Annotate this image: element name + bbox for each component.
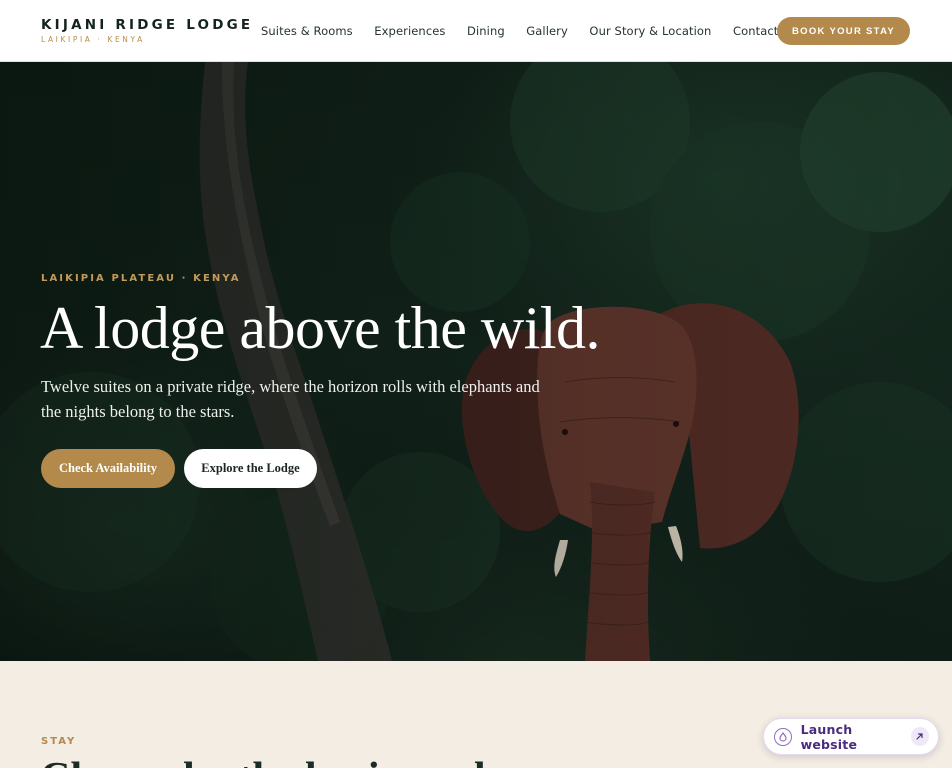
nav-link-gallery[interactable]: Gallery bbox=[526, 24, 568, 38]
stay-title: Chosen by the horizon alone bbox=[40, 753, 549, 768]
brand-tagline: LAIKIPIA · KENYA bbox=[41, 34, 145, 44]
nav-link-story-location[interactable]: Our Story & Location bbox=[589, 24, 711, 38]
nav-link-contact[interactable]: Contact bbox=[733, 24, 778, 38]
hero-title: A lodge above the wild. bbox=[40, 294, 601, 365]
hero-title-text: A lodge above the wild. bbox=[40, 295, 601, 361]
nav-link-experiences[interactable]: Experiences bbox=[374, 24, 445, 38]
drop-logo-icon bbox=[774, 727, 792, 746]
hero-eyebrow: LAIKIPIA PLATEAU · KENYA bbox=[41, 273, 241, 284]
nav-link-dining[interactable]: Dining bbox=[467, 24, 505, 38]
brand-name: KIJANI RIDGE LODGE bbox=[41, 16, 254, 33]
site-header: KIJANI RIDGE LODGE LAIKIPIA · KENYA Suit… bbox=[0, 0, 952, 62]
hero-section: LAIKIPIA PLATEAU · KENYA A lodge above t… bbox=[0, 62, 952, 661]
brand-logo[interactable]: KIJANI RIDGE LODGE LAIKIPIA · KENYA bbox=[41, 17, 256, 45]
launch-website-label: Launch website bbox=[800, 721, 858, 752]
arrow-up-right-icon bbox=[910, 727, 930, 746]
main-nav: Suites & Rooms Experiences Dining Galler… bbox=[261, 24, 800, 38]
book-your-stay-button[interactable]: BOOK YOUR STAY bbox=[777, 17, 910, 45]
check-availability-button[interactable]: Check Availability bbox=[41, 449, 175, 488]
nav-link-suites[interactable]: Suites & Rooms bbox=[261, 24, 353, 38]
launch-website-button[interactable]: Launch website bbox=[763, 718, 939, 755]
hero-description: Twelve suites on a private ridge, where … bbox=[41, 377, 540, 421]
stay-eyebrow: STAY bbox=[41, 736, 77, 747]
explore-lodge-button[interactable]: Explore the Lodge bbox=[184, 449, 317, 488]
